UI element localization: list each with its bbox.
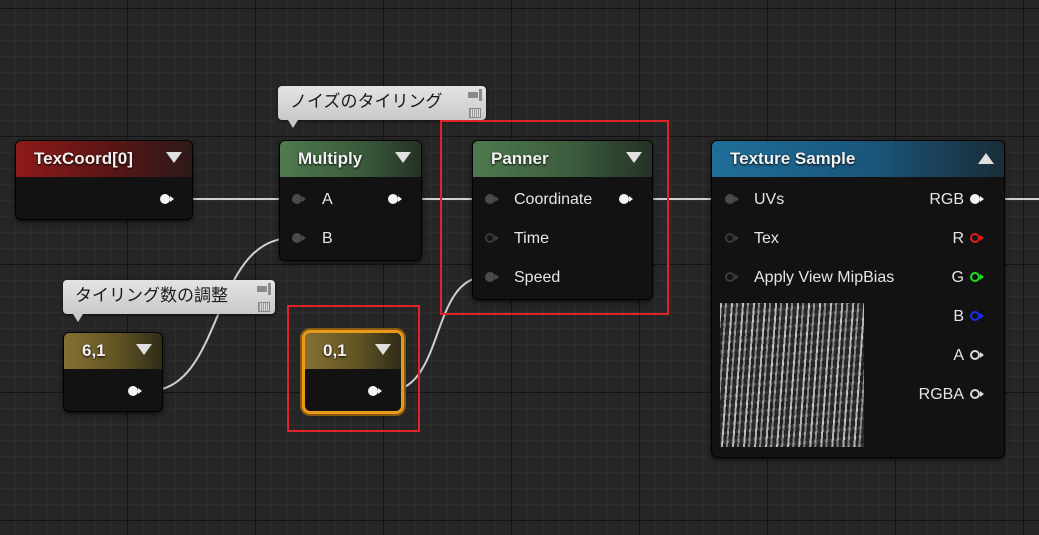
pin-label-uvs: UVs — [754, 191, 785, 208]
pin-label-b: B — [953, 308, 964, 325]
triangle-down-icon[interactable] — [136, 344, 152, 355]
triangle-up-icon[interactable] — [978, 153, 994, 164]
node-texcoord[interactable]: TexCoord[0] — [16, 141, 192, 219]
highlight-box-speed-constant — [287, 305, 420, 432]
node-header[interactable]: Texture Sample — [712, 141, 1004, 177]
input-pin-uvs[interactable] — [725, 194, 739, 204]
node-texture-sample[interactable]: Texture Sample UVs Tex Apply View MipBia… — [712, 141, 1004, 457]
output-pin-g[interactable] — [970, 272, 984, 282]
highlight-box-panner — [440, 120, 669, 315]
output-pin-r[interactable] — [970, 233, 984, 243]
pin-label-tex: Tex — [754, 230, 779, 247]
pin-label-g: G — [951, 269, 964, 286]
wire-tiling-to-multiply-b — [147, 237, 293, 392]
pin-label-r: R — [952, 230, 964, 247]
output-pin-rgba[interactable] — [970, 389, 984, 399]
input-pin-b[interactable] — [292, 233, 306, 243]
node-header[interactable]: Multiply — [280, 141, 421, 177]
node-title: Texture Sample — [730, 149, 856, 168]
texture-preview — [720, 303, 864, 447]
node-header[interactable]: TexCoord[0] — [16, 141, 192, 177]
pin-label-a: A — [322, 191, 333, 208]
comment-tiling-amount[interactable]: タイリング数の調整 — [63, 280, 275, 322]
node-multiply[interactable]: Multiply A B — [280, 141, 421, 260]
pin-icon[interactable] — [257, 283, 271, 295]
pin-icon[interactable] — [468, 89, 482, 101]
input-pin-a[interactable] — [292, 194, 306, 204]
input-pin-tex[interactable] — [725, 233, 739, 243]
output-pin-rgb[interactable] — [970, 194, 984, 204]
pin-label-rgba: RGBA — [918, 386, 964, 403]
comment-bubble-icon[interactable] — [469, 108, 481, 118]
output-pin-b[interactable] — [970, 311, 984, 321]
comment-tail — [73, 314, 83, 322]
pin-label-a: A — [953, 347, 964, 364]
node-title: TexCoord[0] — [34, 149, 133, 168]
comment-text: ノイズのタイリング — [290, 92, 443, 111]
output-pin[interactable] — [160, 194, 174, 204]
output-pin-a[interactable] — [970, 350, 984, 360]
input-pin-apply-view-mipbias[interactable] — [725, 272, 739, 282]
pin-label-rgb: RGB — [929, 191, 964, 208]
node-header[interactable]: 6,1 — [64, 333, 162, 369]
comment-bubble-icon[interactable] — [258, 302, 270, 312]
pin-label-b: B — [322, 230, 333, 247]
node-constant-tiling[interactable]: 6,1 — [64, 333, 162, 411]
output-pin[interactable] — [128, 386, 142, 396]
triangle-down-icon[interactable] — [166, 152, 182, 163]
pin-label-apply-view-mipbias: Apply View MipBias — [754, 269, 895, 286]
node-title: Multiply — [298, 149, 363, 168]
triangle-down-icon[interactable] — [395, 152, 411, 163]
comment-text: タイリング数の調整 — [75, 286, 228, 305]
output-pin[interactable] — [388, 194, 402, 204]
node-title: 6,1 — [82, 341, 106, 360]
comment-tail — [288, 120, 298, 128]
comment-noise-tiling[interactable]: ノイズのタイリング — [278, 86, 486, 128]
